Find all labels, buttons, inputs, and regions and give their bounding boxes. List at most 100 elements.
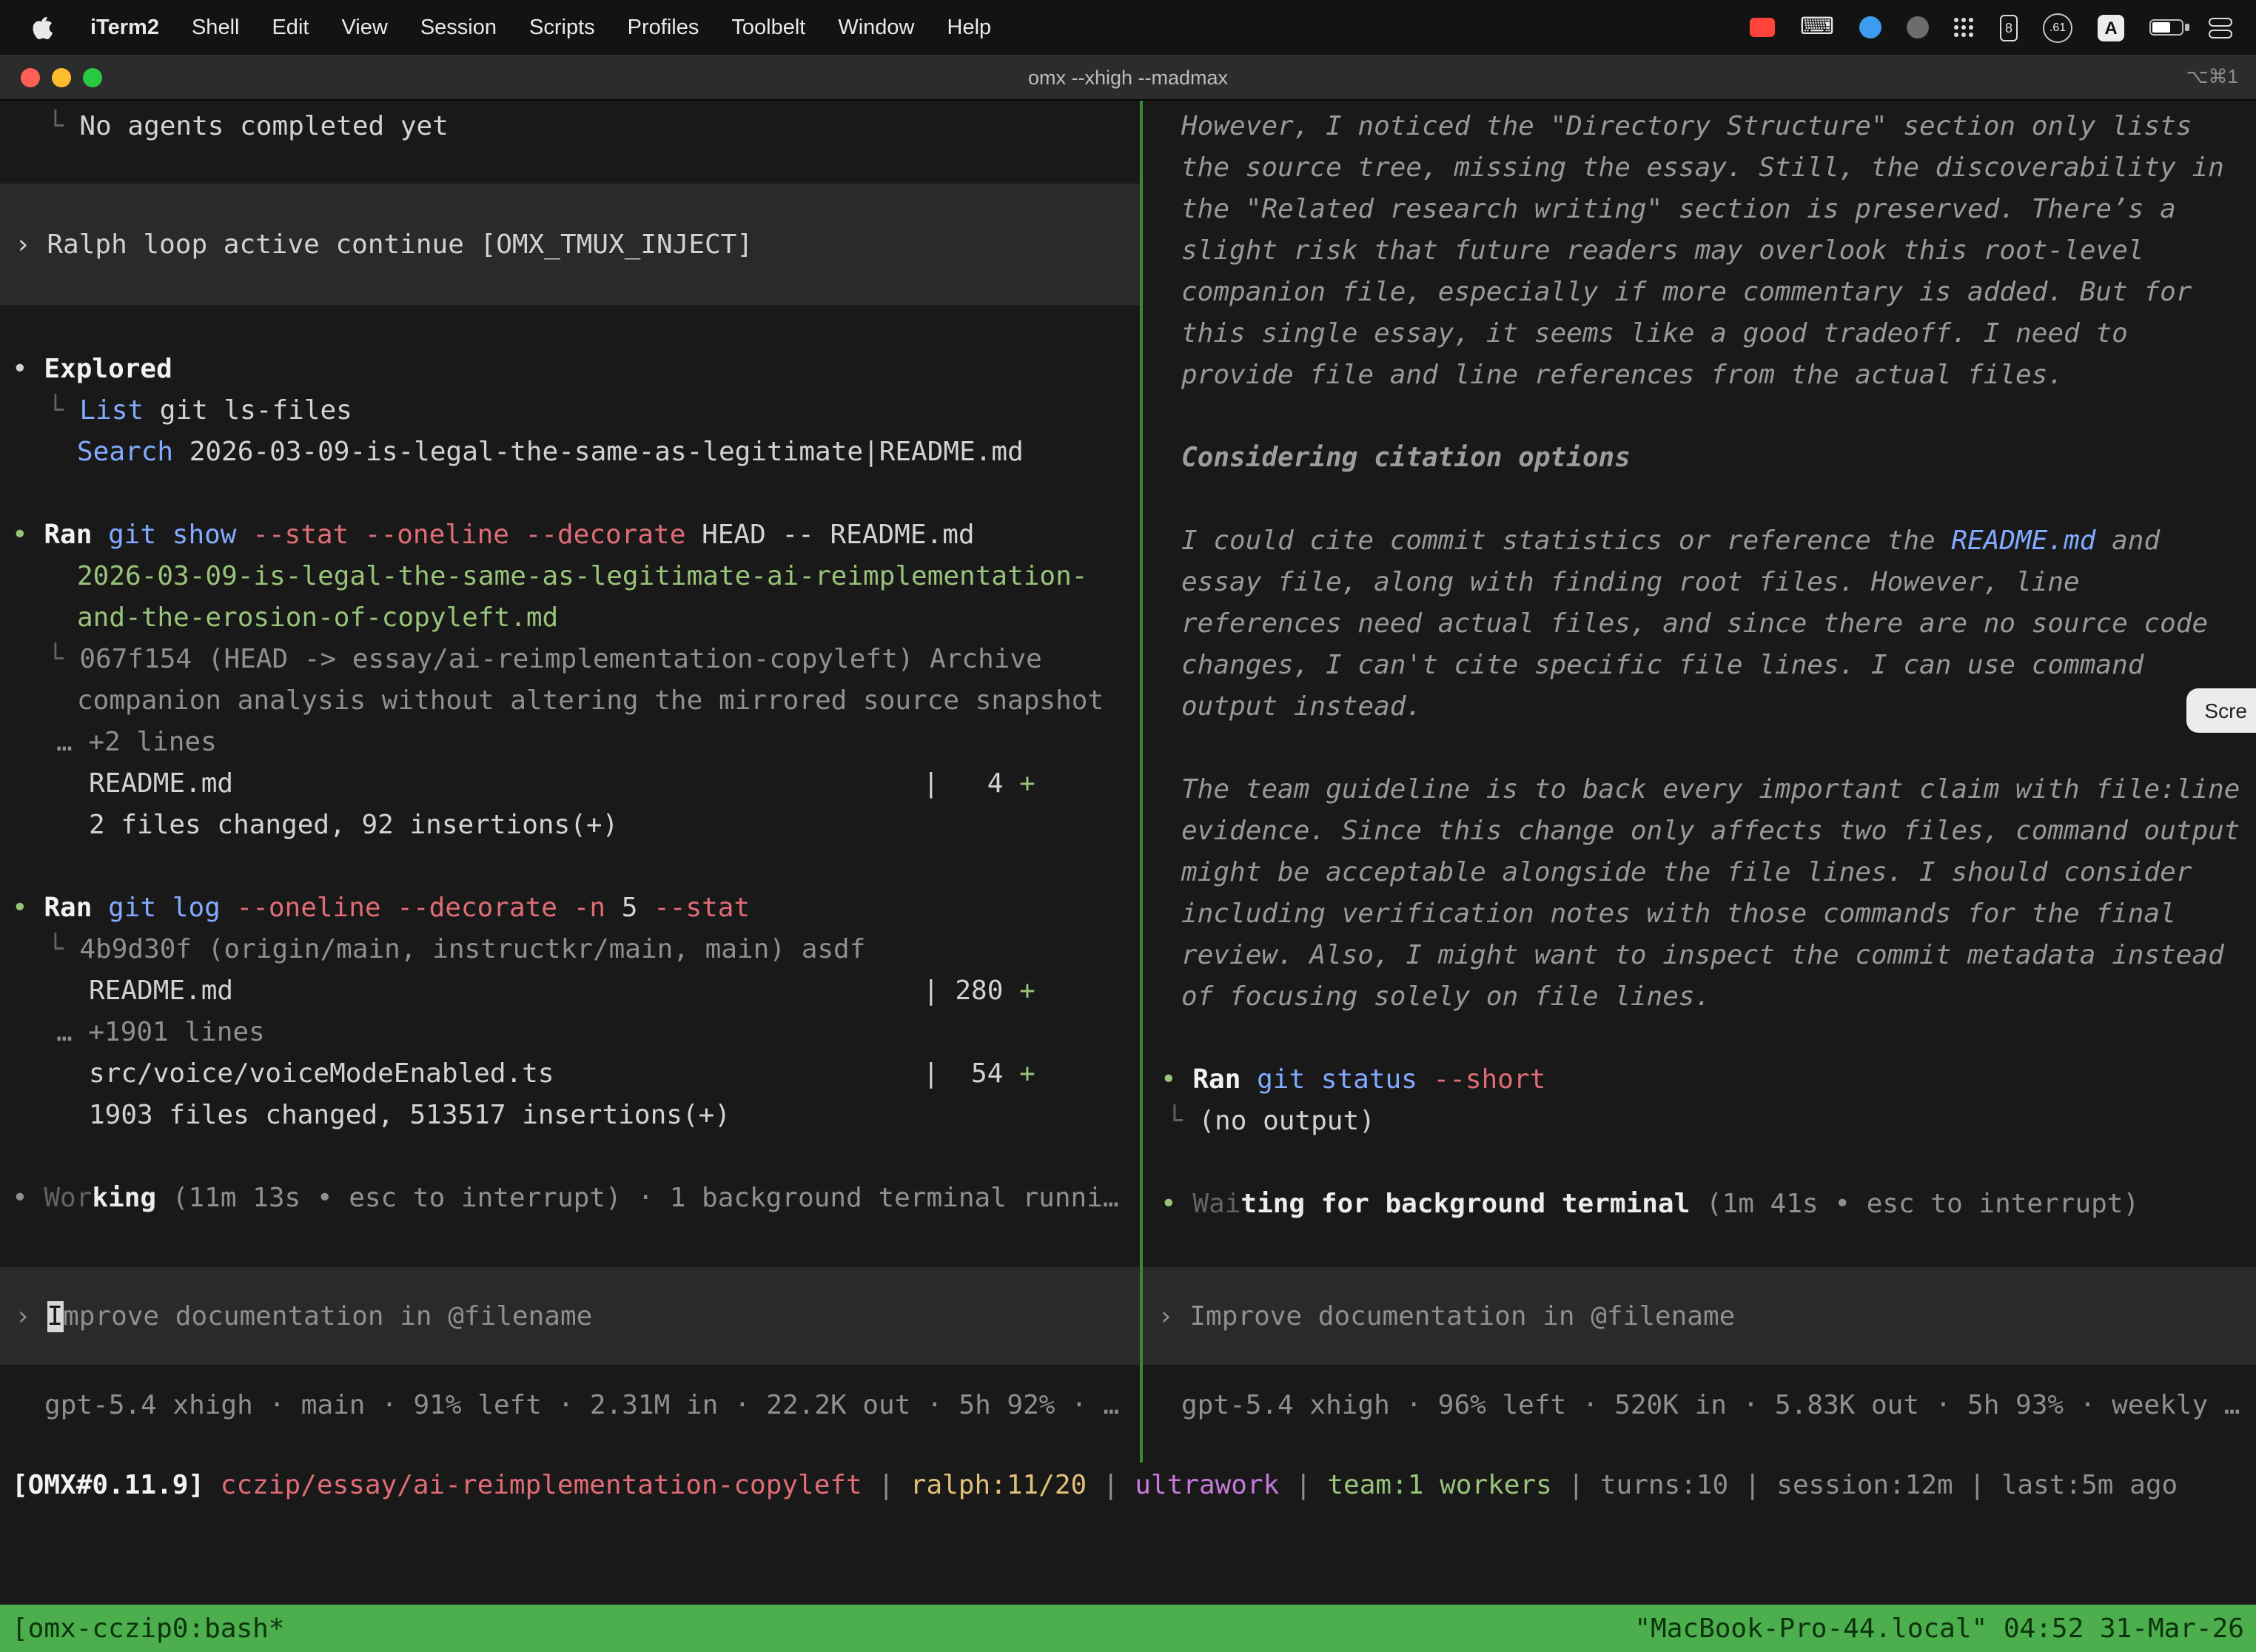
text-segment: • [12,893,44,924]
input-source-icon[interactable]: A [2098,14,2124,41]
terminal-line: output instead. [1143,687,2256,728]
text-segment: provide file and line references from th… [1181,360,2064,391]
menu-item-toolbelt[interactable]: Toolbelt [715,16,822,39]
text-segment: HEAD -- README.md [685,520,974,551]
text-segment: session:12m [1776,1470,1953,1501]
menu-item-shell[interactable]: Shell [175,16,256,39]
text-segment: 5 [605,893,654,924]
text-segment: | [1552,1470,1600,1501]
text-segment: Considering citation options [1181,443,1631,474]
text-segment: … +2 lines [56,727,217,758]
menu-item-profiles[interactable]: Profiles [611,16,716,39]
text-segment: Ran [1192,1064,1241,1095]
minimize-button[interactable] [52,68,71,87]
phone-mirroring-icon[interactable]: 8 [2000,14,2018,41]
text-segment: (1m 41s • esc to interrupt) [1690,1189,2139,1220]
tmux-host-time: "MacBook-Pro-44.local" 04:52 31-Mar-26 [1634,1613,2244,1644]
apps-grid-icon[interactable] [1954,17,1975,38]
text-segment: --stat [654,893,750,924]
terminal-line [0,847,1140,888]
text-segment: changes, I can't cite specific file line… [1181,650,2143,681]
apple-menu-icon[interactable] [33,15,53,40]
text-segment: cczip/essay/ai-reimplementation-copyleft [221,1470,862,1501]
terminal-line: might be acceptable alongside the file l… [1143,853,2256,894]
control-center-icon[interactable] [2209,17,2232,38]
menu-item-edit[interactable]: Edit [255,16,325,39]
menu-item-help[interactable]: Help [931,16,1008,39]
text-segment: companion file, especially if more comme… [1181,277,2192,308]
terminal-line: The team guideline is to back every impo… [1143,770,2256,811]
terminal-line: └ 4b9d30f (origin/main, instructkr/main,… [0,930,1140,971]
text-segment [1241,1064,1257,1095]
text-segment [204,1470,221,1501]
terminal-line: companion file, especially if more comme… [1143,272,2256,314]
menu-item-iterm2[interactable]: iTerm2 [74,16,175,39]
text-segment: • [12,1183,44,1214]
terminal-line: └ (no output) [1143,1101,2256,1143]
waiting-status-line: • Waiting for background terminal (1m 41… [1143,1184,2256,1226]
text-segment [557,893,574,924]
text-segment [1417,1064,1434,1095]
left-terminal-pane[interactable]: └ No agents completed yet› Ralph loop ac… [0,101,1140,1492]
text-segment: … +1901 lines [56,1017,265,1048]
terminal-line: 2026-03-09-is-legal-the-same-as-legitima… [0,557,1140,598]
text-segment: Ran [44,893,92,924]
tmux-window-item[interactable]: [omx-cczip0:bash* [12,1613,284,1644]
dark-app-icon[interactable] [1907,16,1929,38]
terminal-line: … +2 lines [0,722,1140,764]
terminal-line: of focusing solely on file lines. [1143,977,2256,1018]
terminal-line: evidence. Since this change only affects… [1143,811,2256,853]
ran-git-show: • Ran git show --stat --oneline --decora… [0,515,1140,557]
text-segment: • [12,354,44,385]
text-segment: • [1161,1064,1192,1095]
right-terminal-pane[interactable]: However, I noticed the "Directory Struct… [1143,101,2256,1492]
text-segment: › [15,229,47,260]
menu-item-window[interactable]: Window [822,16,930,39]
text-segment: README.md | 280 [89,976,1019,1007]
text-segment: › [15,1300,47,1332]
battery-icon[interactable] [2149,19,2183,36]
text-segment: --stat --oneline --decorate [252,520,685,551]
menu-item-session[interactable]: Session [404,16,513,39]
zoom-button[interactable] [83,68,102,87]
text-segment: src/voice/voiceModeEnabled.ts | 54 [89,1058,1019,1089]
terminal-line: the "Related research writing" section i… [1143,189,2256,231]
ran-git-log: • Ran git log --oneline --decorate -n 5 … [0,888,1140,930]
tmux-status-bar: [omx-cczip0:bash* "MacBook-Pro-44.local"… [0,1605,2256,1652]
text-segment: the source tree, missing the essay. Stil… [1181,152,2224,184]
menu-item-scripts[interactable]: Scripts [513,16,611,39]
text-segment: Improve documentation in @filename [1189,1300,1735,1332]
text-segment: references need actual files, and since … [1181,608,2208,639]
text-segment: | [1087,1470,1135,1501]
window-title-bar[interactable]: omx --xhigh --madmax ⌥⌘1 [0,55,2256,101]
terminal-line: 2 files changed, 92 insertions(+) [0,805,1140,847]
text-segment: team:1 workers [1327,1470,1551,1501]
text-segment: Explored [44,354,172,385]
terminal-line [0,474,1140,515]
terminal-line: including verification notes with those … [1143,894,2256,936]
prompt-input[interactable]: › Improve documentation in @filename [0,1267,1140,1365]
text-segment: essay file, along with finding root file… [1181,567,2080,598]
screen-recording-indicator-icon[interactable] [1750,18,1775,37]
keyboard-icon[interactable]: ⌨ [1800,16,1834,39]
prompt-input[interactable]: › Improve documentation in @filename [1143,1267,2256,1365]
terminal-output: └ No agents completed yet› Ralph loop ac… [0,101,1140,1220]
thinking-heading: Considering citation options [1143,438,2256,480]
text-segment: and-the-erosion-of-copyleft.md [77,602,558,634]
text-segment [221,893,237,924]
menu-item-view[interactable]: View [325,16,403,39]
text-segment: last:5m ago [2001,1470,2178,1501]
terminal-line: provide file and line references from th… [1143,355,2256,397]
session-status-line: gpt-5.4 xhigh · main · 91% left · 2.31M … [0,1386,1140,1427]
blue-app-icon[interactable] [1859,16,1881,38]
text-segment: Ran [44,520,92,551]
screen-sharing-overlay[interactable]: Scre [2186,688,2256,733]
terminal-line [1143,480,2256,521]
text-segment: + [1019,976,1035,1007]
ran-git-status: • Ran git status --short [1143,1060,2256,1101]
close-button[interactable] [21,68,40,87]
terminal-line: └ 067f154 (HEAD -> essay/ai-reimplementa… [0,639,1140,681]
gauge-icon[interactable]: .61 [2043,13,2072,42]
text-segment: 4b9d30f (origin/main, instructkr/main, m… [79,934,865,965]
text-segment [92,520,108,551]
